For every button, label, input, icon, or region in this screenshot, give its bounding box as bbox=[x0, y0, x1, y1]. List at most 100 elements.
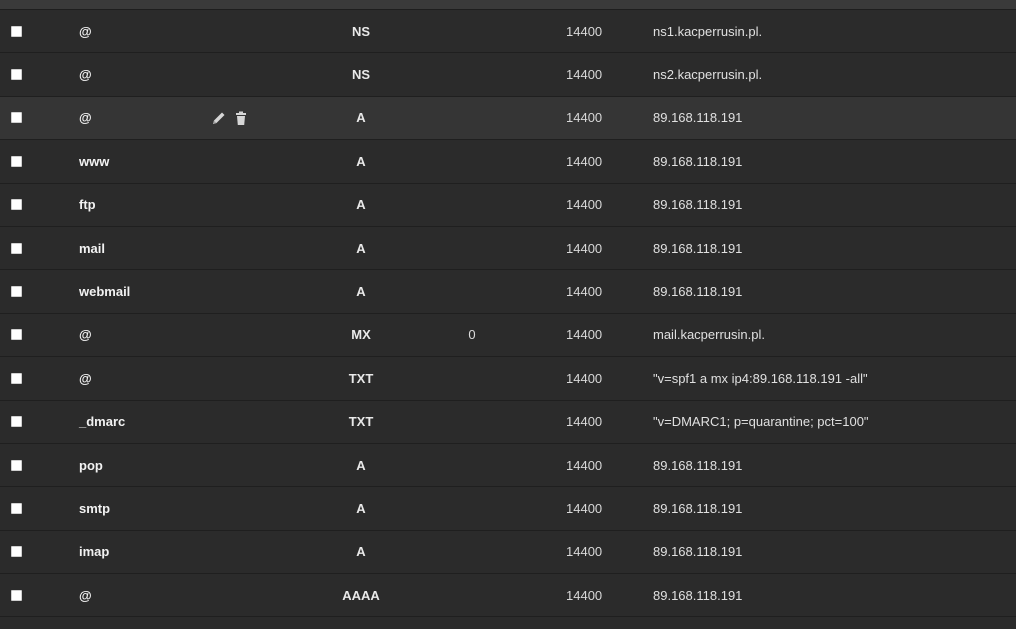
record-value: ns1.kacperrusin.pl. bbox=[653, 23, 763, 39]
dns-record-row: @ MX 0 14400 mail.kacperrusin.pl. bbox=[0, 314, 1016, 358]
record-type: A bbox=[356, 197, 366, 213]
row-select-checkbox[interactable] bbox=[11, 155, 22, 167]
dns-record-row: @ NS 14400 ns2.kacperrusin.pl. bbox=[0, 53, 1016, 97]
record-value: 89.168.118.191 bbox=[653, 153, 743, 169]
pencil-icon[interactable] bbox=[211, 110, 227, 126]
record-ttl: 14400 bbox=[566, 414, 603, 430]
record-type: TXT bbox=[348, 414, 374, 430]
record-value: 89.168.118.191 bbox=[653, 197, 743, 213]
row-select-checkbox[interactable] bbox=[11, 69, 22, 81]
record-type: NS bbox=[351, 23, 371, 39]
record-name: ftp bbox=[79, 197, 96, 213]
record-type: AAAA bbox=[342, 587, 380, 603]
record-value: "v=DMARC1; p=quarantine; pct=100" bbox=[653, 414, 869, 430]
record-priority bbox=[440, 487, 504, 529]
record-type: A bbox=[356, 153, 366, 169]
row-select-checkbox[interactable] bbox=[11, 286, 22, 298]
record-priority bbox=[440, 184, 504, 226]
dns-record-row: @ A 14400 89.168.118.191 bbox=[0, 96, 1016, 141]
record-type: A bbox=[356, 240, 366, 256]
record-name: www bbox=[79, 153, 110, 169]
record-name: _dmarc bbox=[79, 414, 126, 430]
row-select-checkbox[interactable] bbox=[11, 329, 22, 341]
record-ttl: 14400 bbox=[566, 327, 603, 343]
record-type: A bbox=[356, 457, 366, 473]
record-ttl: 14400 bbox=[566, 587, 603, 603]
record-priority bbox=[440, 97, 504, 139]
trash-icon[interactable] bbox=[233, 110, 249, 126]
row-select-checkbox[interactable] bbox=[11, 546, 22, 558]
record-name: imap bbox=[79, 544, 110, 560]
record-type: MX bbox=[351, 327, 371, 343]
record-value: 89.168.118.191 bbox=[653, 500, 743, 516]
record-type: A bbox=[356, 110, 366, 126]
record-name: webmail bbox=[79, 284, 131, 300]
record-value: 89.168.118.191 bbox=[653, 544, 743, 560]
row-select-checkbox[interactable] bbox=[11, 25, 22, 37]
record-name: @ bbox=[79, 110, 92, 126]
dns-record-row: @ TXT 14400 "v=spf1 a mx ip4:89.168.118.… bbox=[0, 357, 1016, 401]
record-value: ns2.kacperrusin.pl. bbox=[653, 67, 763, 83]
record-ttl: 14400 bbox=[566, 370, 603, 386]
row-select-checkbox[interactable] bbox=[11, 502, 22, 514]
record-value: 89.168.118.191 bbox=[653, 240, 743, 256]
record-name: @ bbox=[79, 587, 92, 603]
table-bottom-bar bbox=[0, 617, 1016, 629]
record-ttl: 14400 bbox=[566, 544, 603, 560]
record-name: @ bbox=[79, 370, 92, 386]
record-priority bbox=[440, 444, 504, 486]
record-priority bbox=[440, 531, 504, 573]
record-name: @ bbox=[79, 23, 92, 39]
row-select-checkbox[interactable] bbox=[11, 589, 22, 601]
dns-record-row: @ NS 14400 ns1.kacperrusin.pl. bbox=[0, 10, 1016, 54]
record-name: @ bbox=[79, 67, 92, 83]
record-ttl: 14400 bbox=[566, 23, 603, 39]
record-type: TXT bbox=[348, 370, 374, 386]
dns-record-row: pop A 14400 89.168.118.191 bbox=[0, 444, 1016, 488]
dns-record-row: _dmarc TXT 14400 "v=DMARC1; p=quarantine… bbox=[0, 401, 1016, 444]
record-priority bbox=[440, 227, 504, 269]
row-select-checkbox[interactable] bbox=[11, 459, 22, 471]
row-select-checkbox[interactable] bbox=[11, 242, 22, 254]
record-priority bbox=[440, 140, 504, 182]
record-priority bbox=[440, 357, 504, 399]
record-priority bbox=[440, 270, 504, 312]
record-value: 89.168.118.191 bbox=[653, 587, 743, 603]
dns-record-row: smtp A 14400 89.168.118.191 bbox=[0, 487, 1016, 531]
row-select-checkbox[interactable] bbox=[11, 112, 22, 124]
record-ttl: 14400 bbox=[566, 153, 603, 169]
record-priority bbox=[440, 574, 504, 616]
record-value: 89.168.118.191 bbox=[653, 284, 743, 300]
record-ttl: 14400 bbox=[566, 240, 603, 256]
record-type: NS bbox=[351, 67, 371, 83]
table-top-bar bbox=[0, 0, 1016, 10]
record-value: 89.168.118.191 bbox=[653, 110, 743, 126]
record-value: mail.kacperrusin.pl. bbox=[653, 327, 765, 343]
record-name: @ bbox=[79, 327, 92, 343]
dns-records-table: @ NS 14400 ns1.kacperrusin.pl. @ NS 1440… bbox=[0, 10, 1016, 618]
record-type: A bbox=[356, 544, 366, 560]
row-select-checkbox[interactable] bbox=[11, 199, 22, 211]
record-ttl: 14400 bbox=[566, 500, 603, 516]
record-priority bbox=[440, 53, 504, 95]
record-ttl: 14400 bbox=[566, 197, 603, 213]
record-value: "v=spf1 a mx ip4:89.168.118.191 -all" bbox=[653, 370, 868, 386]
record-type: A bbox=[356, 284, 366, 300]
row-select-checkbox[interactable] bbox=[11, 372, 22, 384]
record-type: A bbox=[356, 500, 366, 516]
row-select-checkbox[interactable] bbox=[11, 416, 22, 428]
dns-record-row: webmail A 14400 89.168.118.191 bbox=[0, 270, 1016, 314]
record-ttl: 14400 bbox=[566, 284, 603, 300]
record-name: smtp bbox=[79, 500, 111, 516]
dns-record-row: @ AAAA 14400 89.168.118.191 bbox=[0, 574, 1016, 618]
row-actions bbox=[211, 97, 249, 139]
dns-record-row: mail A 14400 89.168.118.191 bbox=[0, 227, 1016, 271]
dns-record-row: ftp A 14400 89.168.118.191 bbox=[0, 184, 1016, 227]
record-value: 89.168.118.191 bbox=[653, 457, 743, 473]
record-priority: 0 bbox=[468, 327, 476, 343]
dns-record-row: imap A 14400 89.168.118.191 bbox=[0, 531, 1016, 575]
record-ttl: 14400 bbox=[566, 457, 603, 473]
record-name: mail bbox=[79, 240, 106, 256]
record-ttl: 14400 bbox=[566, 67, 603, 83]
record-priority bbox=[440, 10, 504, 52]
